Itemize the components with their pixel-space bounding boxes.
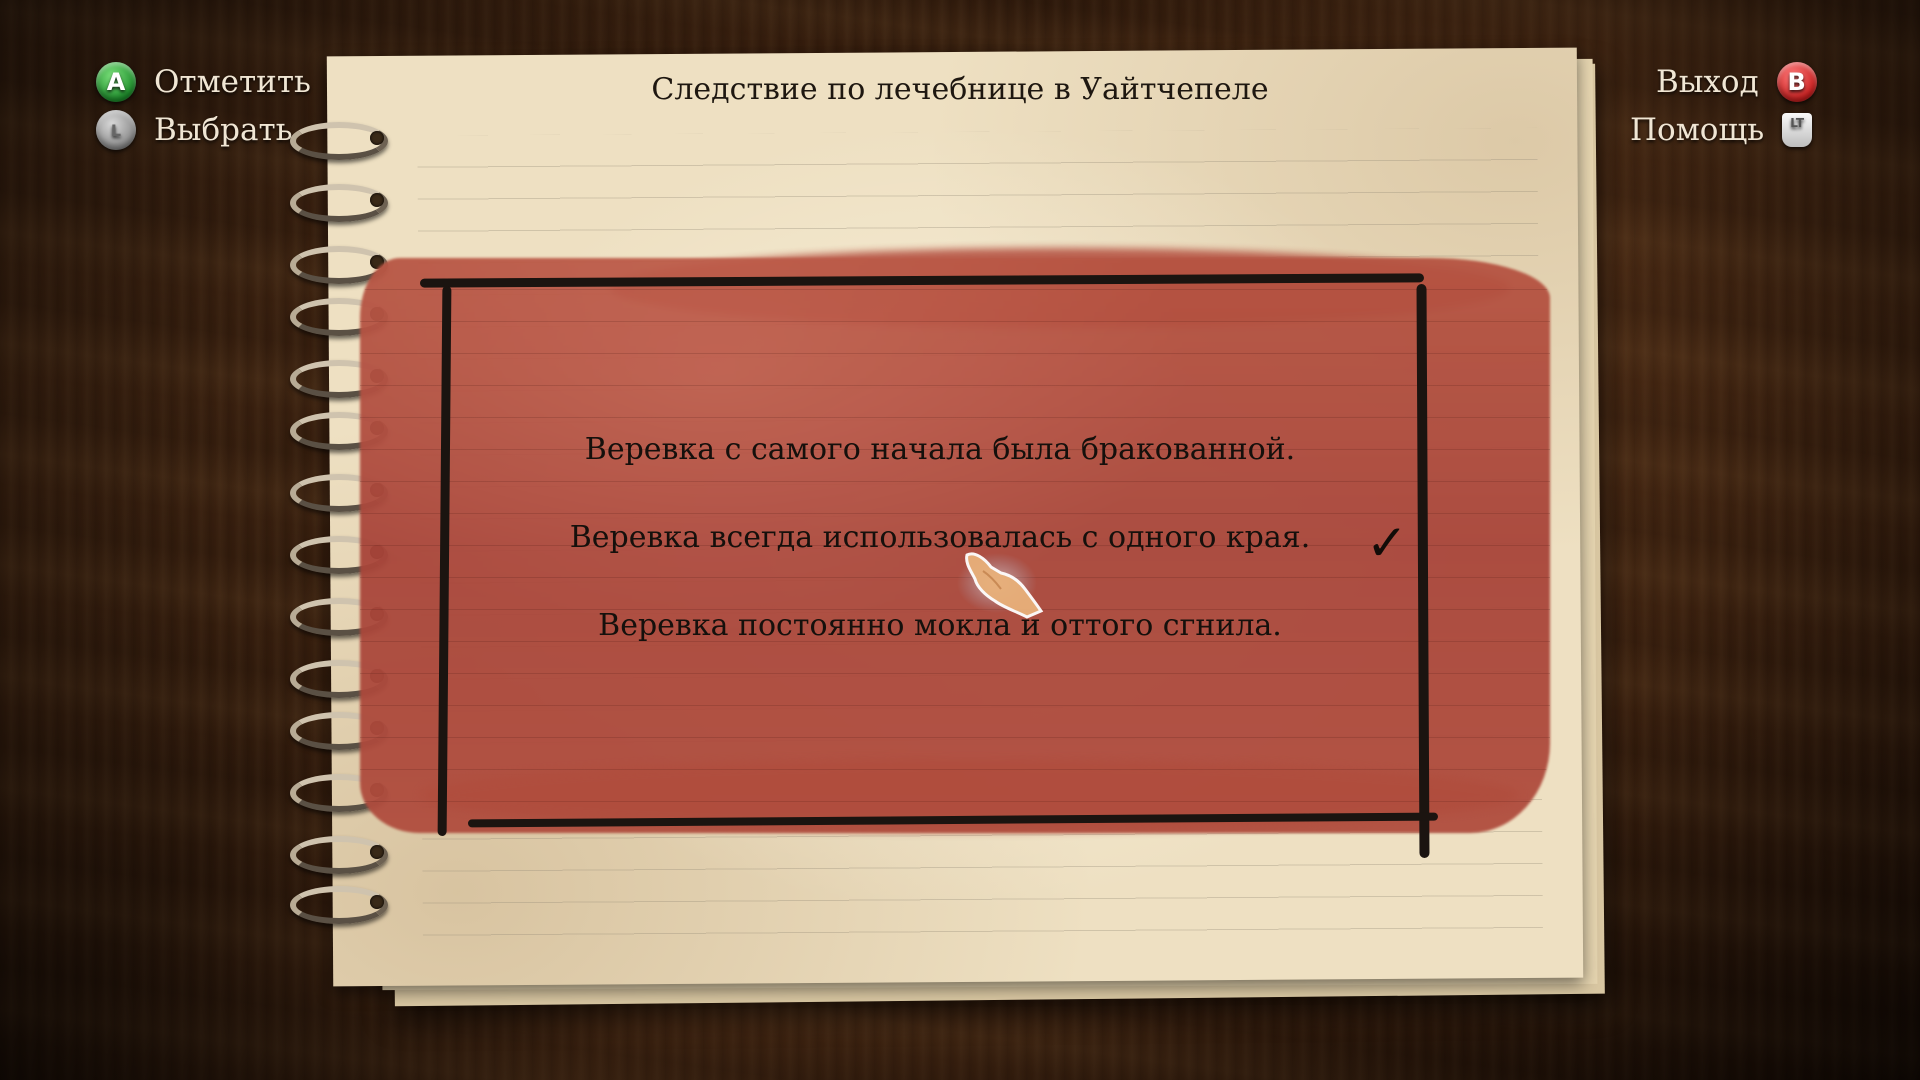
ring — [282, 832, 388, 874]
help-label: Помощь — [1630, 112, 1765, 148]
select-label: Выбрать — [154, 112, 293, 148]
option-1[interactable]: Веревка с самого начала была бракованной… — [560, 432, 1320, 467]
hud-select[interactable]: L Выбрать — [96, 110, 292, 150]
option-3[interactable]: Веревка постоянно мокла и оттого сгнила. — [560, 608, 1320, 643]
ring — [282, 180, 388, 222]
checkmark-icon: ✓ — [1366, 514, 1408, 572]
hud-help[interactable]: Помощь LT — [1630, 112, 1813, 148]
option-2[interactable]: Веревка всегда использовалась с одного к… — [560, 520, 1320, 555]
ring — [282, 882, 388, 924]
ring — [282, 242, 388, 284]
hand-cursor-icon — [957, 552, 1044, 619]
page-title: Следствие по лечебнице в Уайтчепеле — [651, 72, 1269, 107]
ring — [282, 118, 388, 160]
lt-trigger-icon: LT — [1782, 113, 1813, 147]
left-stick-icon: L — [96, 110, 136, 150]
